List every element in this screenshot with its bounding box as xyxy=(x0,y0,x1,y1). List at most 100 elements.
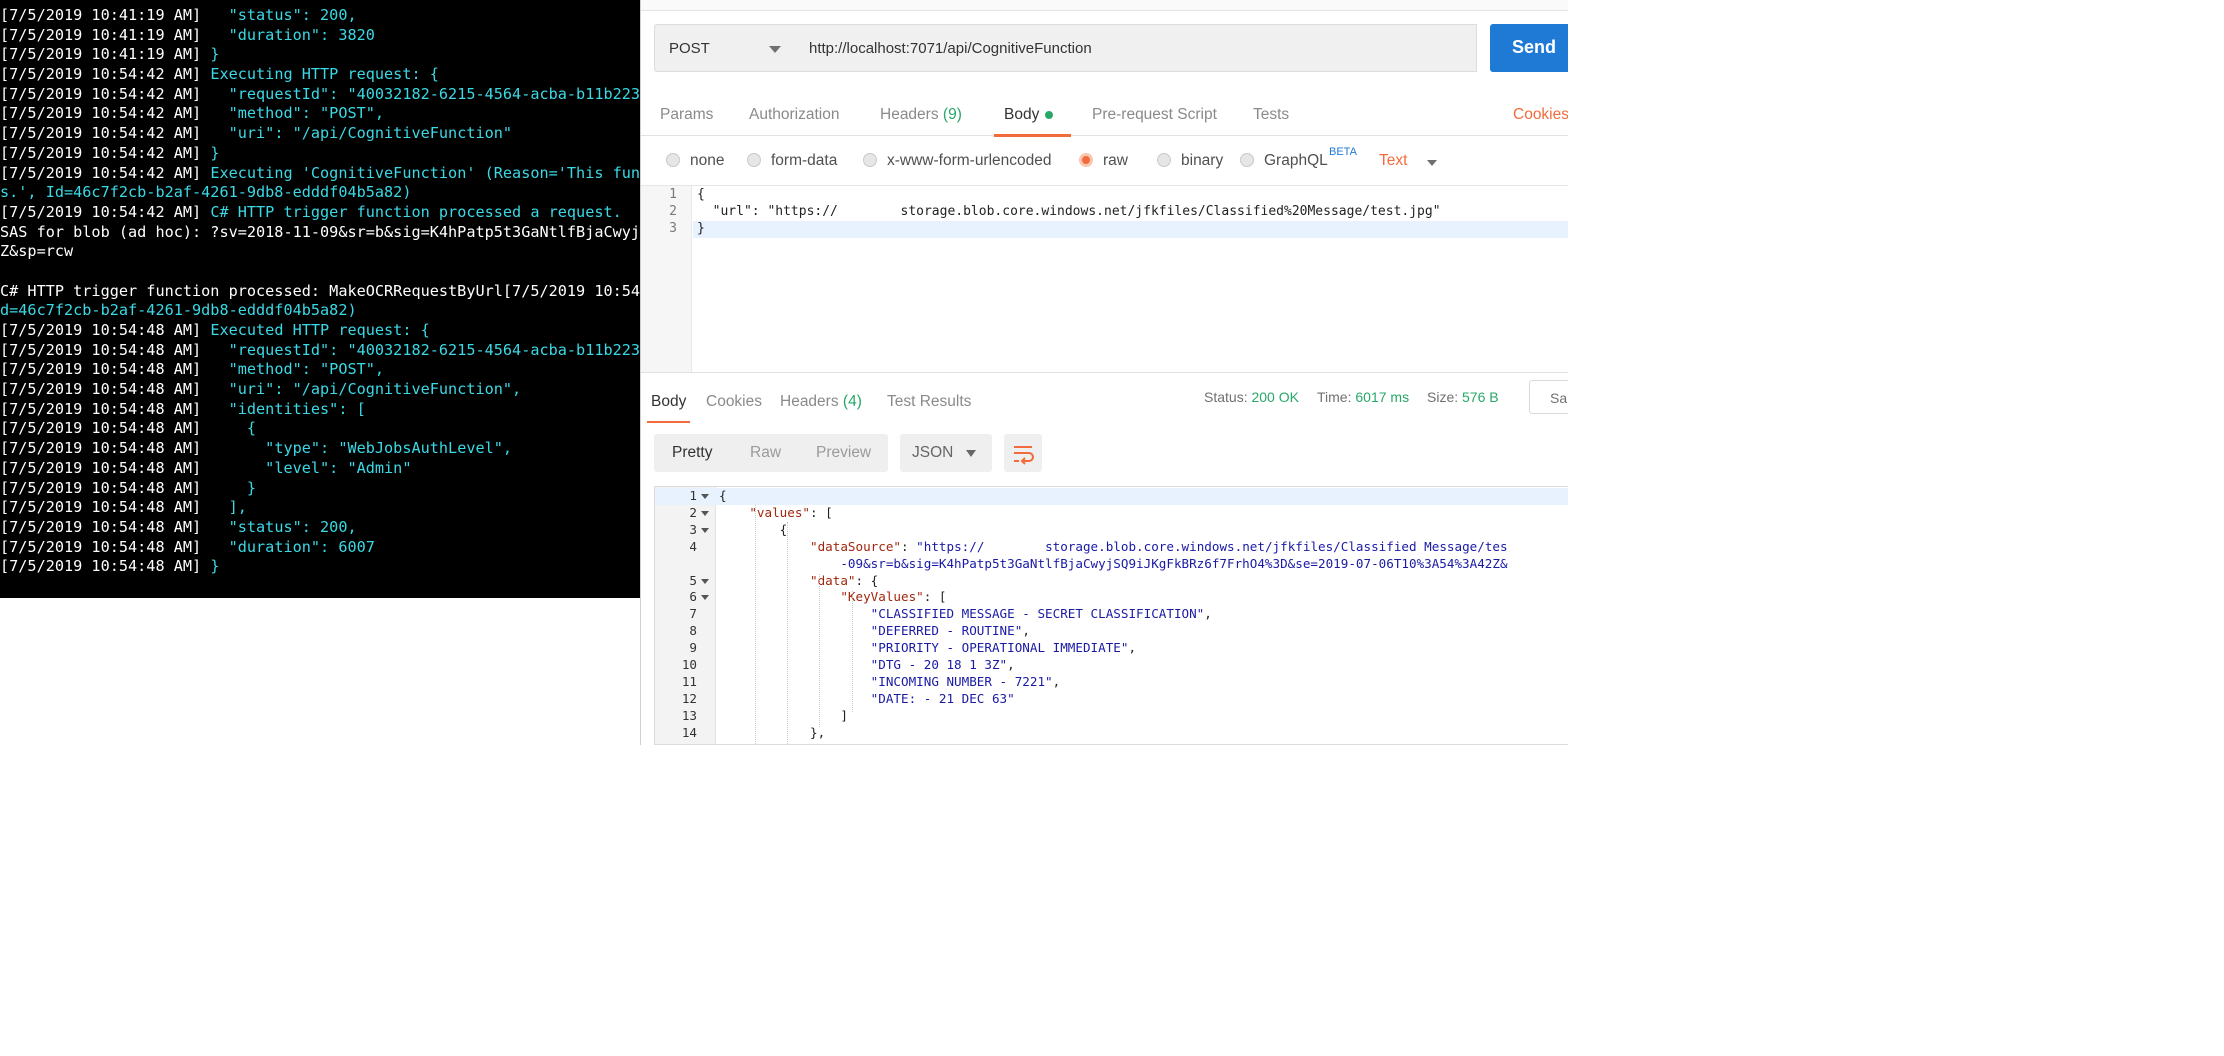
console-timestamp: [7/5/2019 10:41:19 AM] xyxy=(0,45,211,64)
editor-line: 1 { xyxy=(641,187,1568,204)
fold-arrow-icon[interactable] xyxy=(701,527,709,533)
console-line: [7/5/2019 10:54:42 AM] "requestId": "400… xyxy=(0,85,640,105)
method-label: POST xyxy=(669,40,710,57)
tab-response-body[interactable]: Body xyxy=(646,393,691,423)
line-number: 3 xyxy=(689,521,697,537)
fold-arrow-icon[interactable] xyxy=(701,595,709,601)
token-punc: : [ xyxy=(923,589,947,605)
view-raw[interactable]: Raw xyxy=(750,444,781,462)
save-response-button[interactable]: Sa xyxy=(1529,380,1568,414)
tab-authorization[interactable]: Authorization xyxy=(749,106,839,124)
radio-binary-label: binary xyxy=(1181,152,1224,169)
fold-arrow-icon[interactable] xyxy=(701,578,709,584)
radio-raw[interactable]: raw xyxy=(1079,152,1128,170)
response-line-text: "CLASSIFIED MESSAGE - SECRET CLASSIFICAT… xyxy=(719,606,1212,621)
content-type-select[interactable]: Text xyxy=(1379,152,1407,170)
radio-none[interactable]: none xyxy=(666,152,724,170)
tab-tests[interactable]: Tests xyxy=(1253,106,1289,124)
line-number: 3 xyxy=(669,221,677,236)
fold-arrow-icon[interactable] xyxy=(701,494,709,499)
radio-urlencoded-label: x-www-form-urlencoded xyxy=(887,152,1052,169)
response-line: 3 { xyxy=(655,522,1568,539)
tab-test-results[interactable]: Test Results xyxy=(887,393,971,411)
size-readout: Size: 576 B xyxy=(1427,389,1499,405)
radio-raw-label: raw xyxy=(1103,152,1128,169)
wrap-lines-button[interactable] xyxy=(1004,434,1042,472)
console-timestamp: [7/5/2019 10:41:19 AM] xyxy=(0,25,211,44)
radio-form-data-label: form-data xyxy=(771,152,838,169)
console-timestamp: [7/5/2019 10:54:48 AM] xyxy=(0,321,211,339)
radio-circle xyxy=(666,153,680,167)
line-number: 1 xyxy=(689,488,697,503)
url-input[interactable]: http://localhost:7071/api/CognitiveFunct… xyxy=(797,24,1477,72)
cookies-link[interactable]: Cookies xyxy=(1513,106,1568,124)
view-preview[interactable]: Preview xyxy=(816,444,871,462)
console-timestamp: [7/5/2019 10:54:48 AM] xyxy=(0,458,211,477)
token-punc: , xyxy=(1022,623,1030,639)
console-timestamp: [7/5/2019 10:54:42 AM] xyxy=(0,202,211,221)
response-format-select[interactable]: JSON xyxy=(900,434,992,472)
radio-graphql[interactable]: GraphQL xyxy=(1240,152,1328,170)
console-window: [7/5/2019 10:41:19 AM] "status": 200, [7/… xyxy=(0,0,640,598)
request-body-editor[interactable]: 1 { 2 "url": "https:// storage.blob.core… xyxy=(641,185,1568,373)
send-button[interactable]: Send xyxy=(1490,24,1568,72)
tab-response-headers[interactable]: Headers (4) xyxy=(780,393,862,411)
console-line: [7/5/2019 10:54:48 AM] { xyxy=(0,419,640,439)
console-text: "duration": 6007 xyxy=(210,537,375,556)
time-readout: Time: 6017 ms xyxy=(1317,389,1409,405)
line-number: 10 xyxy=(681,657,697,672)
console-timestamp: [7/5/2019 10:54:42 AM] xyxy=(0,143,211,162)
response-line: 11 "INCOMING NUMBER - 7221", xyxy=(655,674,1568,691)
radio-urlencoded[interactable]: x-www-form-urlencoded xyxy=(863,152,1052,170)
console-line: [7/5/2019 10:54:42 AM] "uri": "/api/Cogn… xyxy=(0,124,640,144)
radio-circle xyxy=(1240,153,1254,167)
console-text: "requestId": "40032182-6215-4564-acba-b1… xyxy=(210,84,640,103)
radio-circle xyxy=(1157,153,1171,167)
token-punc xyxy=(719,539,810,554)
time-label: Time: xyxy=(1317,389,1352,405)
console-line: d=46c7f2cb-b2af-4261-9db8-edddf04b5a82) xyxy=(0,301,640,321)
postman-window: POST http://localhost:7071/api/Cognitive… xyxy=(640,0,1568,745)
tab-response-cookies[interactable]: Cookies xyxy=(706,393,762,411)
console-line: [7/5/2019 10:54:48 AM] "status": 200, xyxy=(0,518,640,538)
tab-prerequest-script[interactable]: Pre-request Script xyxy=(1092,106,1217,124)
fold-arrow-icon[interactable] xyxy=(701,510,709,516)
line-number: 11 xyxy=(681,673,697,689)
beta-badge: BETA xyxy=(1329,146,1357,158)
console-line: [7/5/2019 10:41:19 AM] "status": 200, xyxy=(0,6,640,26)
console-timestamp: [7/5/2019 10:54:42 AM] xyxy=(0,84,211,103)
console-timestamp: [7/5/2019 10:54:48 AM] xyxy=(0,498,211,517)
console-line: [7/5/2019 10:41:19 AM] } xyxy=(0,45,640,65)
console-text: Executing HTTP request: { xyxy=(210,65,439,84)
line-number: 8 xyxy=(689,623,697,639)
radio-form-data[interactable]: form-data xyxy=(747,152,837,170)
console-line: [7/5/2019 10:54:48 AM] "requestId": "400… xyxy=(0,341,640,361)
chevron-down-icon[interactable] xyxy=(1427,160,1437,166)
line-number: 14 xyxy=(681,724,697,740)
line-number: 7 xyxy=(689,606,697,622)
response-line: 13 ] xyxy=(655,708,1568,725)
tab-params[interactable]: Params xyxy=(660,106,713,124)
radio-graphql-label: GraphQL xyxy=(1264,152,1328,169)
console-text: "type": "WebJobsAuthLevel", xyxy=(210,439,513,458)
token-key: "values" xyxy=(749,504,811,520)
tab-body[interactable]: Body xyxy=(993,106,1072,137)
tab-headers[interactable]: Headers (9) xyxy=(880,106,962,124)
view-pretty[interactable]: Pretty xyxy=(672,444,712,462)
method-select[interactable]: POST xyxy=(654,24,798,72)
response-body-viewer[interactable]: 1{2 "values": [3 {4 "dataSource": "https… xyxy=(654,486,1568,745)
console-text: "identities": [ xyxy=(210,399,366,418)
token-punc xyxy=(719,573,810,588)
editor-line: 2 "url": "https:// storage.blob.core.win… xyxy=(641,204,1568,221)
console-timestamp: [7/5/2019 10:54:42 AM] xyxy=(0,65,211,84)
radio-binary[interactable]: binary xyxy=(1157,152,1223,170)
line-number: 2 xyxy=(669,204,677,219)
console-timestamp: [7/5/2019 10:54:48 AM] xyxy=(0,439,211,458)
response-line: 7 "CLASSIFIED MESSAGE - SECRET CLASSIFIC… xyxy=(655,606,1568,623)
console-timestamp: [7/5/2019 10:54:48 AM] xyxy=(0,399,211,418)
response-line-text: "PRIORITY - OPERATIONAL IMMEDIATE", xyxy=(719,640,1136,655)
token-punc: : [ xyxy=(810,504,833,520)
token-str: "CLASSIFIED MESSAGE - SECRET CLASSIFICAT… xyxy=(870,606,1205,622)
console-text: "level": "Admin" xyxy=(210,458,412,477)
